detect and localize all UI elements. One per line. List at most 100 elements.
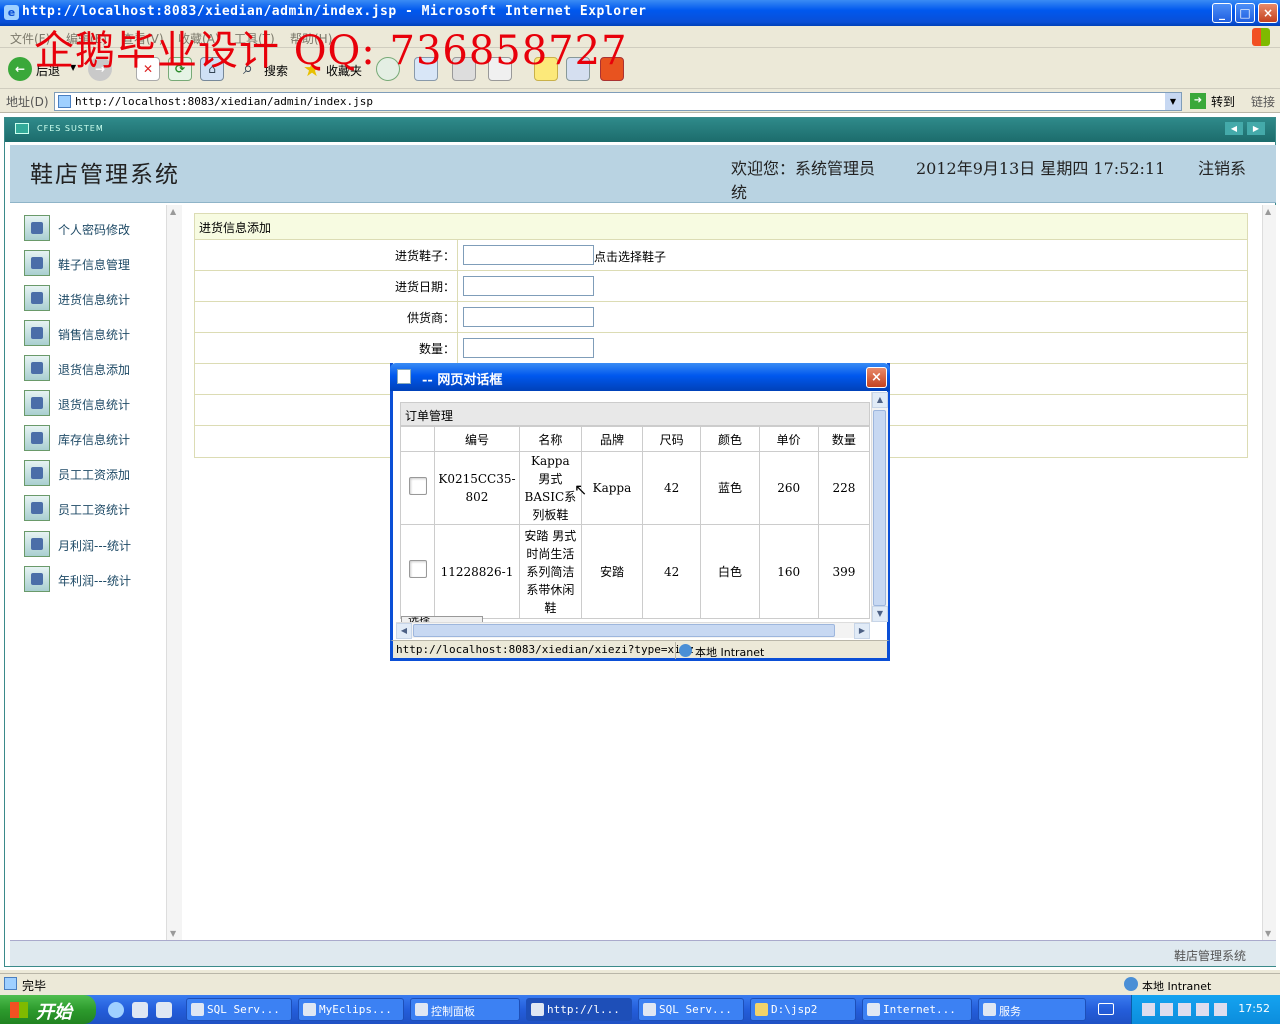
task-icon	[643, 1003, 656, 1016]
scroll-thumb[interactable]	[873, 410, 886, 606]
minimize-button[interactable]: _	[1212, 3, 1232, 23]
sidebar-item-label[interactable]: 员工工资添加	[58, 466, 130, 483]
sidebar-item-password[interactable]: 个人密码修改	[24, 215, 174, 243]
quicklaunch-ie-icon[interactable]	[108, 1002, 124, 1018]
sidebar-item-label[interactable]: 进货信息统计	[58, 291, 130, 308]
sidebar-item-label[interactable]: 员工工资统计	[58, 501, 130, 518]
main-scrollbar[interactable]: ▲ ▼	[1262, 205, 1276, 940]
datetime-text: 2012年9月13日 星期四 17:52:11	[916, 159, 1166, 178]
dialog-horizontal-scrollbar[interactable]: ◀ ▶	[396, 622, 870, 639]
keyboard-icon[interactable]	[1098, 1003, 1114, 1015]
scroll-right-icon[interactable]: ▶	[854, 623, 870, 639]
links-label[interactable]: 链接	[1251, 93, 1275, 110]
table-row[interactable]: 11228826-1 安踏 男式 时尚生活系列简洁系带休闲鞋 安踏 42 白色 …	[399, 524, 871, 619]
column-header: 尺码	[641, 426, 702, 452]
shoe-input[interactable]	[463, 245, 594, 265]
start-button[interactable]: 开始	[0, 995, 96, 1024]
address-dropdown-icon[interactable]: ▼	[1165, 93, 1181, 110]
maximize-button[interactable]: □	[1235, 3, 1255, 23]
scroll-up-icon[interactable]: ▲	[872, 392, 888, 408]
sidebar-item-purchase-stats[interactable]: 进货信息统计	[24, 285, 174, 313]
frame-next-icon[interactable]: ▶	[1247, 122, 1265, 135]
dialog-vertical-scrollbar[interactable]: ▲ ▼	[871, 392, 888, 622]
sidebar-item-stock-stats[interactable]: 库存信息统计	[24, 425, 174, 453]
column-header: 名称	[518, 426, 583, 452]
sidebar-scrollbar[interactable]: ▲ ▼	[166, 205, 182, 940]
tray-icon[interactable]	[1214, 1003, 1227, 1016]
row-select-radio[interactable]	[408, 560, 427, 578]
watermark-text: 企鹅毕业设计 QQ: 736858727	[34, 28, 628, 74]
sidebar-item-label[interactable]: 年利润---统计	[58, 572, 131, 589]
address-label: 地址(D)	[6, 95, 49, 109]
scroll-down-icon[interactable]: ▼	[872, 606, 888, 622]
quicklaunch-app-icon[interactable]	[132, 1002, 148, 1018]
browser-statusbar: 完毕 本地 Intranet	[0, 973, 1280, 995]
address-input[interactable]: http://localhost:8083/xiedian/admin/inde…	[54, 92, 1182, 111]
scroll-up-icon[interactable]: ▲	[1265, 207, 1271, 216]
sidebar-item-return-add[interactable]: 退货信息添加	[24, 355, 174, 383]
back-icon[interactable]: ←	[8, 57, 32, 81]
scroll-down-icon[interactable]: ▼	[1265, 929, 1271, 938]
date-input[interactable]	[463, 276, 594, 296]
quicklaunch-app-icon[interactable]	[156, 1002, 172, 1018]
scroll-up-icon[interactable]: ▲	[170, 207, 176, 216]
select-shoe-link[interactable]: 点击选择鞋子	[594, 248, 666, 265]
close-button[interactable]: ×	[1258, 3, 1278, 23]
task-sql-server-2[interactable]: SQL Serv...	[638, 998, 744, 1021]
scroll-thumb[interactable]	[413, 624, 835, 637]
sidebar-item-label[interactable]: 退货信息统计	[58, 396, 130, 413]
task-services[interactable]: 服务	[978, 998, 1086, 1021]
go-arrow-icon[interactable]: ➜	[1190, 93, 1206, 109]
scroll-down-icon[interactable]: ▼	[170, 929, 176, 938]
app-footer: 鞋店管理系统	[10, 940, 1276, 966]
task-control-panel[interactable]: 控制面板	[410, 998, 520, 1021]
task-internet[interactable]: Internet...	[862, 998, 972, 1021]
sidebar-item-salary-add[interactable]: 员工工资添加	[24, 460, 174, 488]
scroll-left-icon[interactable]: ◀	[396, 623, 412, 639]
task-browser[interactable]: http://l...	[526, 998, 632, 1021]
user-icon	[24, 250, 50, 276]
sidebar-item-label[interactable]: 销售信息统计	[58, 326, 130, 343]
sidebar-item-shoes[interactable]: 鞋子信息管理	[24, 250, 174, 278]
table-row[interactable]: K0215CC35-802 Kappa 男式 BASIC系列板鞋 Kappa 4…	[399, 451, 871, 525]
quantity-input[interactable]	[463, 338, 594, 358]
logout-link[interactable]: 注销系	[1198, 155, 1246, 179]
qty-cell: 228	[817, 451, 871, 525]
address-bar: 地址(D) http://localhost:8083/xiedian/admi…	[0, 90, 1280, 113]
sidebar-item-return-stats[interactable]: 退货信息统计	[24, 390, 174, 418]
sidebar-item-salary-stats[interactable]: 员工工资统计	[24, 495, 174, 523]
mouse-cursor-icon: ↖	[574, 480, 588, 499]
task-myeclipse[interactable]: MyEclips...	[298, 998, 404, 1021]
row-select-radio[interactable]	[408, 476, 427, 495]
volume-icon[interactable]	[1196, 1003, 1209, 1016]
dialog-zone-text: 本地 Intranet	[695, 646, 765, 659]
price-cell: 260	[758, 451, 819, 525]
form-row-shoe: 进货鞋子： 点击选择鞋子	[195, 240, 1247, 271]
tray-icon[interactable]	[1160, 1003, 1173, 1016]
tray-icon[interactable]	[1178, 1003, 1191, 1016]
sidebar-item-monthly-profit[interactable]: 月利润---统计	[24, 531, 174, 559]
dialog-statusbar: http://localhost:8083/xiedian/xiezi?type…	[390, 640, 890, 661]
footer-text: 鞋店管理系统	[1173, 949, 1246, 963]
dialog-status-url: http://localhost:8083/xiedian/xiezi?type…	[396, 643, 695, 656]
user-icon	[24, 215, 50, 241]
task-sql-server[interactable]: SQL Serv...	[186, 998, 292, 1021]
dialog-close-button[interactable]: ×	[866, 367, 887, 388]
frame-prev-icon[interactable]: ◀	[1225, 122, 1243, 135]
sidebar-item-label[interactable]: 退货信息添加	[58, 361, 130, 378]
globe-icon	[1124, 977, 1138, 991]
sidebar-item-sales-stats[interactable]: 销售信息统计	[24, 320, 174, 348]
sidebar-item-label[interactable]: 鞋子信息管理	[58, 256, 130, 273]
sidebar-item-label[interactable]: 月利润---统计	[58, 537, 131, 554]
size-cell: 42	[641, 524, 702, 619]
clock[interactable]: 17:52	[1238, 1002, 1270, 1015]
sidebar-item-yearly-profit[interactable]: 年利润---统计	[24, 566, 174, 594]
ie-icon: e	[4, 5, 19, 20]
tray-icon[interactable]	[1142, 1003, 1155, 1016]
sidebar-item-label[interactable]: 库存信息统计	[58, 431, 130, 448]
sidebar-item-label[interactable]: 个人密码修改	[58, 221, 130, 238]
supplier-input[interactable]	[463, 307, 594, 327]
task-folder[interactable]: D:\jsp2	[750, 998, 856, 1021]
go-button[interactable]: 转到	[1211, 93, 1235, 110]
address-url: http://localhost:8083/xiedian/admin/inde…	[75, 95, 374, 108]
